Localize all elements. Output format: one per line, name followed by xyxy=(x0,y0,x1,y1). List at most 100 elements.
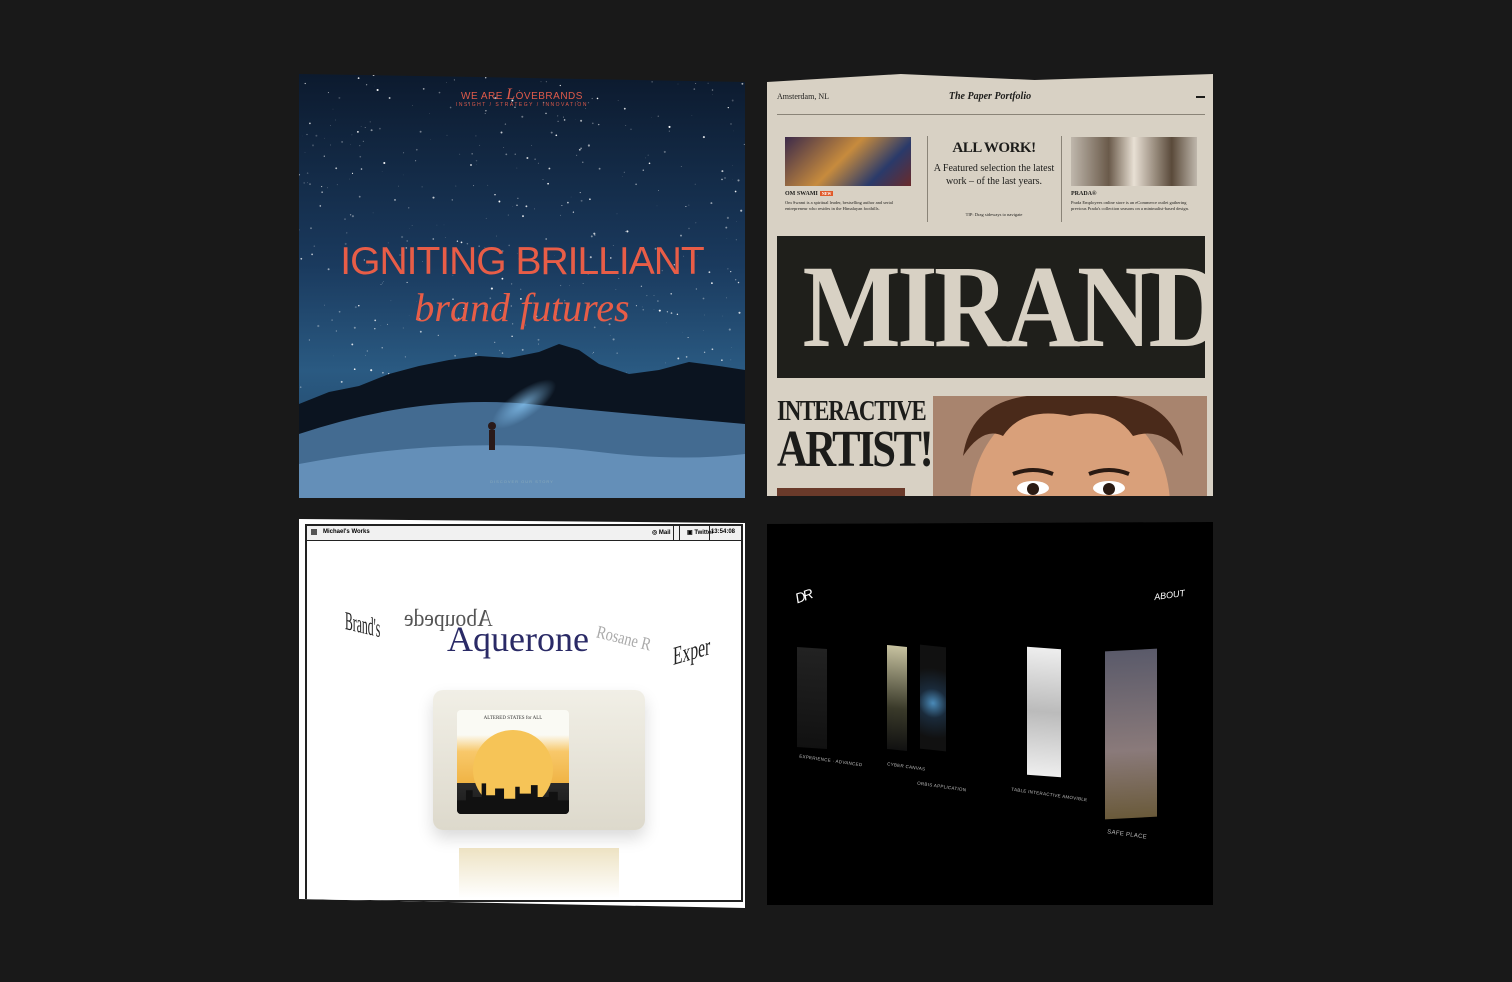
project-panel-4[interactable] xyxy=(1027,646,1061,778)
hero-headline: IGNITING BRILLIANT xyxy=(340,240,704,283)
star xyxy=(360,168,363,170)
star xyxy=(366,350,368,352)
star xyxy=(415,148,418,151)
star xyxy=(542,179,544,181)
star xyxy=(623,171,625,173)
star xyxy=(335,119,336,121)
star xyxy=(593,351,594,353)
star xyxy=(485,110,487,112)
michaels-works-preview-card[interactable]: Michael's Works ◎ Mail ▣ Twitter 13:54:0… xyxy=(299,519,745,908)
star xyxy=(722,74,724,76)
site-title[interactable]: The Paper Portfolio xyxy=(767,91,1213,102)
gallery-preview-card[interactable]: DR ABOUT EXPERIENCE · ADVANCED CYBER CAN… xyxy=(767,522,1213,905)
project-panel-5[interactable] xyxy=(1105,648,1157,820)
star xyxy=(707,82,709,84)
star xyxy=(398,185,399,187)
prada-description: Prada Employees online store is an eComm… xyxy=(1071,200,1190,211)
carousel-word-right[interactable]: Exper xyxy=(673,631,710,672)
star xyxy=(383,161,386,165)
star xyxy=(500,131,503,134)
star xyxy=(505,153,508,156)
project-label-3: ORBIS APPLICATION xyxy=(916,780,967,793)
star xyxy=(411,225,413,226)
star xyxy=(587,144,590,147)
titlebar-separator xyxy=(673,526,674,540)
star xyxy=(308,339,310,341)
star xyxy=(455,185,457,187)
star xyxy=(327,187,329,189)
star xyxy=(534,158,536,160)
star xyxy=(525,205,528,208)
star xyxy=(382,371,384,374)
star xyxy=(415,160,417,162)
project-label-5: SAFE PLACE xyxy=(1106,829,1148,841)
star xyxy=(612,338,615,341)
star xyxy=(475,352,477,355)
star xyxy=(309,183,311,185)
star xyxy=(591,353,593,355)
star xyxy=(521,115,524,118)
star xyxy=(436,224,438,226)
star xyxy=(309,122,311,125)
star xyxy=(526,157,529,159)
column-divider xyxy=(1061,136,1062,222)
star xyxy=(688,227,690,230)
star xyxy=(306,133,308,136)
star xyxy=(394,199,396,201)
carousel-word-main[interactable]: Aquerone xyxy=(447,618,589,660)
star xyxy=(299,386,302,388)
portrait-face-icon xyxy=(933,396,1207,496)
star xyxy=(304,82,306,85)
star xyxy=(419,330,422,333)
carousel-word-left[interactable]: Brand's xyxy=(345,606,380,644)
paper-portfolio-preview-card[interactable]: Amsterdam, NL The Paper Portfolio OM SWA… xyxy=(767,74,1213,496)
star xyxy=(663,150,666,153)
lovebrands-preview-card[interactable]: WE ARE LOVEBRANDS INSIGHT / STRATEGY / I… xyxy=(299,74,745,498)
project-panel-1[interactable] xyxy=(797,646,827,750)
star xyxy=(616,352,618,354)
project-panel-2[interactable] xyxy=(887,644,907,752)
star xyxy=(648,162,651,165)
star xyxy=(496,235,497,237)
star xyxy=(321,191,323,193)
star xyxy=(351,343,354,346)
om-swami-description: Om Swami is a spiritual leader, bestsell… xyxy=(785,200,894,211)
star xyxy=(429,113,431,114)
star xyxy=(475,135,477,137)
star xyxy=(677,357,680,360)
star xyxy=(323,155,325,157)
project-label-1: EXPERIENCE · ADVANCED xyxy=(798,753,863,768)
star xyxy=(402,174,404,176)
star xyxy=(484,76,487,79)
star xyxy=(635,183,637,186)
star xyxy=(351,172,354,174)
site-logo[interactable]: DR xyxy=(793,586,814,607)
star xyxy=(682,331,683,333)
hero-subheadline: brand futures xyxy=(414,285,630,330)
star xyxy=(688,204,690,206)
star xyxy=(503,147,505,148)
mail-link[interactable]: ◎ Mail xyxy=(652,529,671,536)
star xyxy=(537,343,539,345)
om-swami-thumbnail[interactable] xyxy=(785,137,911,186)
star xyxy=(741,82,744,85)
discover-link[interactable]: DISCOVER OUR STORY xyxy=(299,479,745,484)
star xyxy=(421,186,423,188)
star xyxy=(597,74,598,76)
star xyxy=(531,145,532,146)
menu-icon[interactable] xyxy=(1196,96,1205,98)
crt-monitor[interactable]: ALTERED STATES for ALL xyxy=(433,690,645,830)
star xyxy=(594,234,596,236)
brand-tagline: INSIGHT / STRATEGY / INNOVATION xyxy=(456,102,588,108)
prada-thumbnail[interactable] xyxy=(1071,137,1197,186)
star xyxy=(513,76,515,78)
star xyxy=(545,81,547,83)
carousel-word-faded[interactable]: Rosane R xyxy=(594,622,653,656)
star xyxy=(537,162,539,164)
star xyxy=(743,143,745,145)
miranda-banner[interactable]: MIRANDA xyxy=(777,236,1213,378)
about-link[interactable]: ABOUT xyxy=(1153,588,1185,602)
project-panel-3[interactable] xyxy=(920,644,946,752)
star xyxy=(668,125,671,128)
star xyxy=(598,167,601,170)
